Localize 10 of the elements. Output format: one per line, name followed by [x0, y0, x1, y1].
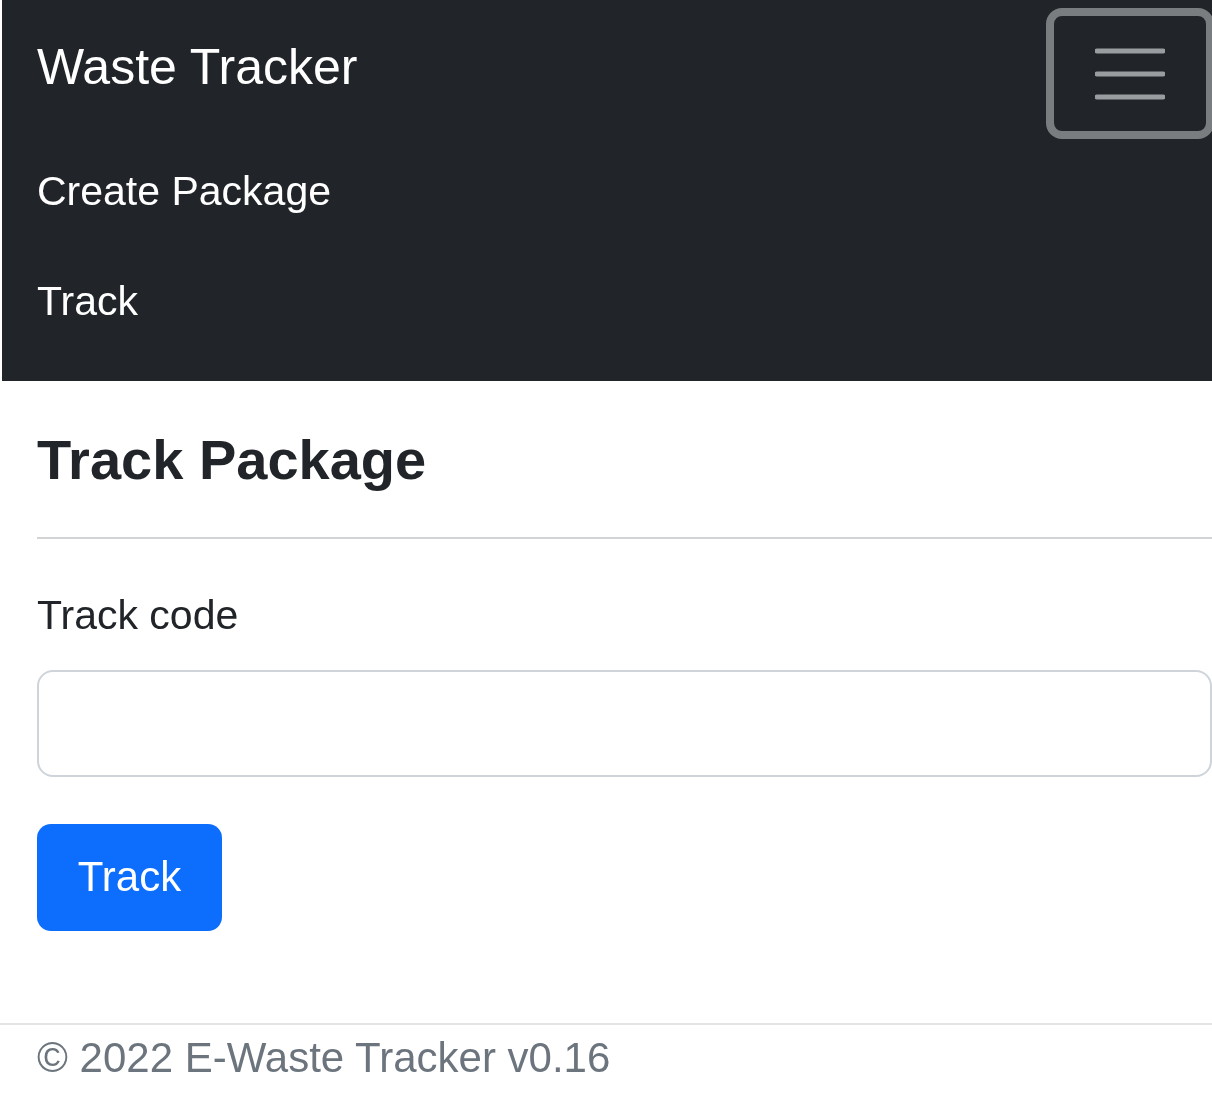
page-title: Track Package [37, 429, 427, 491]
track-code-field[interactable] [37, 669, 1212, 777]
field-label: Track code [37, 594, 239, 636]
menu-icon [1095, 46, 1165, 101]
nav-link[interactable]: Track [37, 281, 138, 322]
nav-link[interactable]: Create Package [37, 171, 331, 212]
track-button[interactable]: Track [37, 823, 222, 931]
menu-toggle-button[interactable] [1046, 8, 1212, 139]
brand-link[interactable]: Waste Tracker [37, 42, 358, 92]
footer-text: © 2022 E-Waste Tracker v0.16 [36, 1036, 612, 1079]
